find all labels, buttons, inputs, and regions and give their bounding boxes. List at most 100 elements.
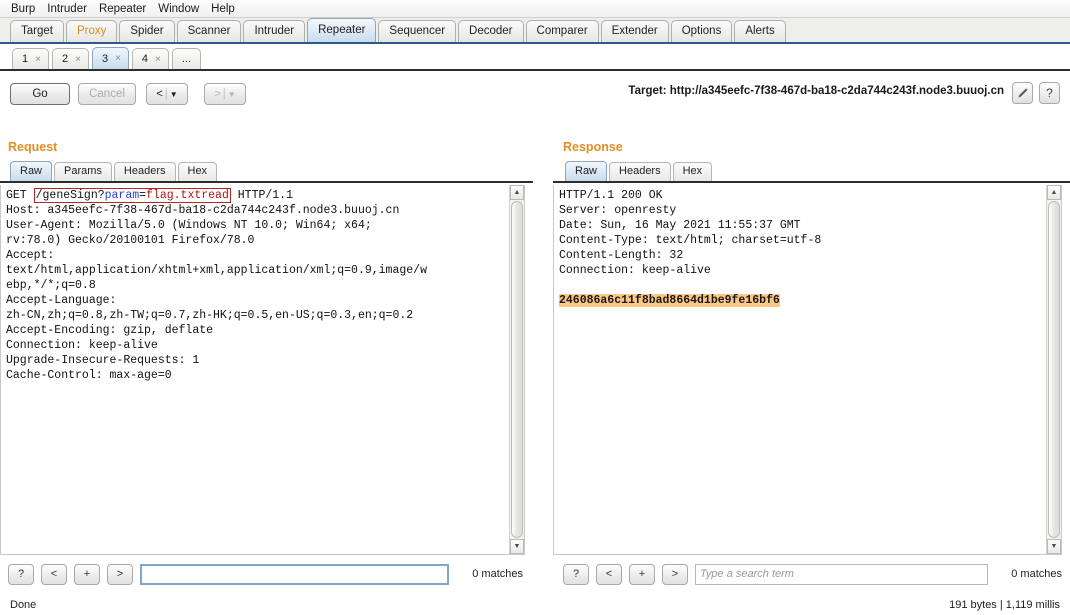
response-scrollbar[interactable]: ▲ ▼ xyxy=(1046,185,1061,554)
main-tab-bar: Target Proxy Spider Scanner Intruder Rep… xyxy=(0,18,1070,44)
tab-spider[interactable]: Spider xyxy=(119,20,175,42)
close-icon[interactable]: × xyxy=(75,50,81,69)
response-title: Response xyxy=(563,140,623,154)
request-search-prev-button[interactable]: < xyxy=(41,563,67,585)
chevron-down-icon: ▼ xyxy=(227,89,236,99)
request-tab-headers[interactable]: Headers xyxy=(113,162,176,181)
forward-arrow-icon: > xyxy=(214,88,221,100)
tab-repeater[interactable]: Repeater xyxy=(307,18,377,42)
scroll-up-icon[interactable]: ▲ xyxy=(510,185,524,200)
request-tab-raw[interactable]: Raw xyxy=(10,161,53,181)
response-tab-headers[interactable]: Headers xyxy=(609,162,671,181)
request-editor-container: GET /geneSign?param=flag.txtread HTTP/1.… xyxy=(0,185,525,555)
tab-scanner[interactable]: Scanner xyxy=(176,20,242,42)
scroll-up-icon[interactable]: ▲ xyxy=(1047,185,1061,200)
response-headers-text: HTTP/1.1 200 OK Server: openresty Date: … xyxy=(559,189,822,277)
menu-item-burp[interactable]: Burp xyxy=(5,2,41,16)
response-editor[interactable]: HTTP/1.1 200 OK Server: openresty Date: … xyxy=(554,185,1046,554)
menu-item-window[interactable]: Window xyxy=(152,2,205,16)
tab-sequencer[interactable]: Sequencer xyxy=(378,20,457,42)
response-panel: Response Raw Headers Hex HTTP/1.1 200 OK… xyxy=(553,136,1070,615)
menu-item-intruder[interactable]: Intruder xyxy=(41,2,93,16)
back-arrow-icon: < xyxy=(156,88,163,100)
request-param-name: param xyxy=(104,189,140,202)
button-separator: | xyxy=(222,88,226,100)
request-method: GET xyxy=(6,189,34,202)
target-label: Target: http://a345eefc-7f38-467d-ba18-c… xyxy=(628,85,1004,97)
response-stats: 191 bytes | 1,119 millis xyxy=(949,599,1060,611)
status-text: Done xyxy=(10,599,37,611)
repeater-tab-4-label: 4 xyxy=(141,52,149,65)
repeater-tab-2[interactable]: 2 × xyxy=(51,48,89,69)
cancel-button[interactable]: Cancel xyxy=(78,83,136,105)
scroll-down-icon[interactable]: ▼ xyxy=(1047,539,1061,554)
history-forward-button[interactable]: > | ▼ xyxy=(204,83,246,105)
repeater-tab-3-label: 3 xyxy=(101,52,109,65)
request-panel: Request Raw Params Headers Hex GET /gene… xyxy=(0,136,533,615)
repeater-toolbar: Go Cancel < | ▼ > | ▼ Target: http://a34… xyxy=(0,71,1070,115)
response-tab-hex[interactable]: Hex xyxy=(672,162,713,181)
close-icon[interactable]: × xyxy=(155,50,161,69)
request-scrollbar[interactable]: ▲ ▼ xyxy=(509,185,524,554)
response-editor-container: HTTP/1.1 200 OK Server: openresty Date: … xyxy=(553,185,1062,555)
scroll-thumb[interactable] xyxy=(511,201,523,538)
tab-options[interactable]: Options xyxy=(670,20,733,42)
request-path: /geneSign? xyxy=(35,189,105,202)
pencil-icon xyxy=(1018,88,1028,98)
scroll-down-icon[interactable]: ▼ xyxy=(510,539,524,554)
request-param-equals: = xyxy=(139,189,147,202)
tab-proxy[interactable]: Proxy xyxy=(65,20,118,42)
history-back-button[interactable]: < | ▼ xyxy=(146,83,188,105)
request-target-selection[interactable]: /geneSign?param=flag.txtread xyxy=(33,188,231,203)
close-icon[interactable]: × xyxy=(35,50,41,69)
tab-extender[interactable]: Extender xyxy=(600,20,669,42)
request-headers-text: Host: a345eefc-7f38-467d-ba18-c2da744c24… xyxy=(6,204,427,382)
response-search-bar: ? < + > 0 matches xyxy=(563,561,1062,587)
repeater-tab-3[interactable]: 3 × xyxy=(91,47,129,69)
request-search-next-button[interactable]: > xyxy=(107,563,133,585)
request-tab-hex[interactable]: Hex xyxy=(177,162,218,181)
response-blank-line xyxy=(559,278,1042,293)
response-search-add-button[interactable]: + xyxy=(629,563,655,585)
request-editor[interactable]: GET /geneSign?param=flag.txtread HTTP/1.… xyxy=(1,185,509,554)
button-separator: | xyxy=(164,88,168,100)
request-search-help-button[interactable]: ? xyxy=(8,563,34,585)
request-param-value: flag.txtread xyxy=(146,189,229,202)
repeater-tab-4[interactable]: 4 × xyxy=(131,48,169,69)
request-search-add-button[interactable]: + xyxy=(74,563,100,585)
request-match-count: 0 matches xyxy=(472,568,523,580)
request-http-version: HTTP/1.1 xyxy=(230,189,293,202)
repeater-panels: Request Raw Params Headers Hex GET /gene… xyxy=(0,136,1070,615)
tab-alerts[interactable]: Alerts xyxy=(734,20,786,42)
response-body-hash: 246086a6c11f8bad8664d1be9fe16bf6 xyxy=(559,294,780,307)
response-search-input[interactable] xyxy=(695,563,988,585)
tab-comparer[interactable]: Comparer xyxy=(525,20,599,42)
response-search-next-button[interactable]: > xyxy=(662,563,688,585)
repeater-tab-bar: 1 × 2 × 3 × 4 × ... xyxy=(0,44,1070,71)
repeater-tab-more[interactable]: ... xyxy=(171,48,202,69)
close-icon[interactable]: × xyxy=(115,49,121,69)
go-button[interactable]: Go xyxy=(10,83,70,105)
response-search-prev-button[interactable]: < xyxy=(596,563,622,585)
menu-item-help[interactable]: Help xyxy=(205,2,241,16)
menu-item-repeater[interactable]: Repeater xyxy=(93,2,152,16)
repeater-tab-1[interactable]: 1 × xyxy=(12,48,49,69)
help-button[interactable]: ? xyxy=(1039,82,1060,104)
request-search-input[interactable] xyxy=(140,563,449,585)
request-tab-params[interactable]: Params xyxy=(54,162,112,181)
response-view-tabs: Raw Headers Hex xyxy=(553,161,1070,183)
tab-target[interactable]: Target xyxy=(10,20,64,42)
tab-decoder[interactable]: Decoder xyxy=(458,20,524,42)
response-tab-raw[interactable]: Raw xyxy=(565,161,608,181)
request-title: Request xyxy=(8,140,58,154)
chevron-down-icon: ▼ xyxy=(169,89,178,99)
request-view-tabs: Raw Params Headers Hex xyxy=(0,161,533,183)
edit-target-button[interactable] xyxy=(1012,82,1033,104)
tab-intruder[interactable]: Intruder xyxy=(243,20,306,42)
repeater-tab-1-label: 1 xyxy=(22,52,29,65)
request-search-bar: ? < + > 0 matches xyxy=(8,561,525,587)
scroll-thumb[interactable] xyxy=(1048,201,1060,538)
repeater-tab-2-label: 2 xyxy=(61,52,69,65)
response-match-count: 0 matches xyxy=(1011,568,1062,580)
response-search-help-button[interactable]: ? xyxy=(563,563,589,585)
